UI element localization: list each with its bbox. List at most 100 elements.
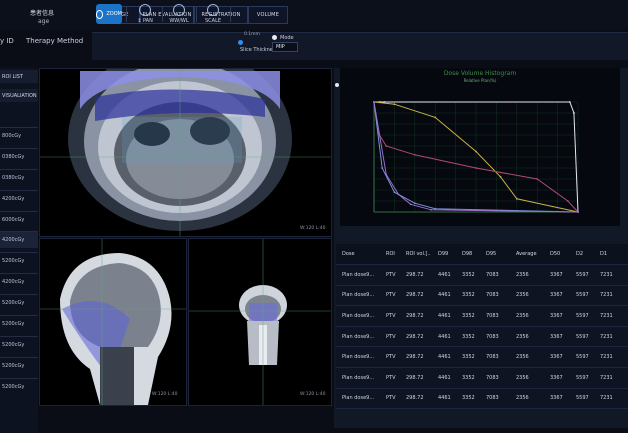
table-cell: 7231 — [600, 395, 613, 402]
col-roi-vol: ROI vol.[.. — [406, 251, 431, 257]
slice-value: 0.1mm — [244, 32, 260, 37]
roi-item[interactable]: 0380cGy — [0, 169, 38, 186]
patient-info-title: 患者信息 — [30, 10, 55, 17]
scale-button[interactable]: SCALE — [200, 4, 226, 24]
zoom-label: ZOOM — [106, 11, 122, 17]
table-row[interactable]: Plan dose9... PTV 298.72 4461 3352 7083 2356 33… — [336, 306, 628, 327]
table-cell: Plan dose9... — [342, 395, 375, 402]
mode-select[interactable]: MIP — [272, 42, 298, 52]
col-d95: D95 — [486, 251, 497, 257]
sagittal-ct-image — [40, 239, 186, 405]
dvh-legend-label: Relative Plan(%) — [464, 78, 497, 83]
roi-item-selected[interactable]: 4200cGy — [0, 231, 38, 248]
zoom-button[interactable]: ZOOM — [96, 4, 122, 24]
dose-statistics-table: Dose ROI ROI vol.[.. D99 D98 D95 Average… — [336, 244, 628, 410]
coronal-viewer[interactable] — [188, 238, 332, 406]
dvh-chart[interactable]: Dose Volume Histogram Relative Plan(%) — [340, 68, 620, 226]
table-cell: 3352 — [462, 271, 475, 278]
slice-slider-handle[interactable] — [238, 40, 243, 45]
roi-item[interactable]: 0380cGy — [0, 148, 38, 165]
table-row[interactable]: Plan dose9... PTV 298.72 4461 3352 7083 2356 33… — [336, 388, 628, 410]
roi-item[interactable]: 4200cGy — [0, 190, 38, 207]
table-cell: 5597 — [576, 333, 589, 340]
table-cell: 5597 — [576, 292, 589, 299]
table-cell: 298.72 — [406, 292, 424, 299]
table-cell: 3352 — [462, 292, 475, 299]
table-cell: 5597 — [576, 395, 589, 402]
dvh-data-point — [385, 173, 388, 176]
dvh-data-point — [434, 207, 437, 210]
table-row[interactable]: Plan dose9... PTV 298.72 4461 3352 7083 2356 33… — [336, 265, 628, 286]
window-level-button[interactable]: WW/WL — [166, 4, 192, 24]
mode-radio[interactable] — [272, 35, 277, 40]
table-cell: 7083 — [486, 395, 499, 402]
roi-item[interactable]: 4200cGy — [0, 273, 38, 290]
table-cell: PTV — [386, 374, 396, 381]
table-cell: 3352 — [462, 354, 475, 361]
dvh-data-point — [397, 193, 400, 196]
sagittal-viewer[interactable] — [39, 238, 187, 406]
roi-item[interactable]: 5200cGy — [0, 252, 38, 269]
dvh-data-point — [381, 167, 384, 169]
dvh-data-point — [409, 203, 412, 206]
scale-icon — [207, 4, 219, 16]
table-cell: Plan dose9... — [342, 271, 375, 278]
tab-volume[interactable]: VOLUME — [248, 6, 288, 24]
table-row[interactable]: Plan dose9... PTV 298.72 4461 3352 7083 2356 33… — [336, 285, 628, 307]
therapy-method-label: Therapy Method — [26, 37, 84, 45]
table-row[interactable]: Plan dose9... PTV 298.72 4461 3352 7083 2356 33… — [336, 367, 628, 389]
roi-item[interactable]: 5200cGy — [0, 315, 38, 332]
col-d2: D2 — [576, 251, 584, 257]
dvh-data-point — [515, 197, 518, 200]
table-cell: 2356 — [516, 292, 529, 299]
table-cell: 4461 — [438, 354, 451, 361]
col-d99: D99 — [438, 251, 449, 257]
table-cell: 2356 — [516, 374, 529, 381]
scale-label: SCALE — [204, 18, 222, 24]
table-cell: 4461 — [438, 271, 451, 278]
col-roi: ROI — [386, 251, 395, 257]
dvh-data-point — [413, 153, 416, 156]
table-cell: 3352 — [462, 374, 475, 381]
patient-id-label: y ID — [0, 37, 14, 45]
mode-select-value: MIP — [276, 44, 285, 50]
table-cell: 4461 — [438, 312, 451, 319]
table-cell: Plan dose9... — [342, 312, 375, 319]
axial-viewer[interactable] — [39, 47, 332, 237]
dvh-data-point — [499, 175, 502, 178]
pan-button[interactable]: ↕ PAN — [132, 4, 158, 24]
pan-icon — [139, 4, 151, 16]
table-cell: 5597 — [576, 271, 589, 278]
table-row[interactable]: Plan dose9... PTV 298.72 4461 3352 7083 2356 33… — [336, 347, 628, 368]
table-cell: 298.72 — [406, 333, 424, 340]
table-cell: 2356 — [516, 333, 529, 340]
roi-item[interactable]: 5200cGy — [0, 294, 38, 311]
table-cell: Plan dose9... — [342, 354, 375, 361]
axial-window-level: W:120 L:40 — [300, 226, 326, 231]
table-row[interactable]: Plan dose9... PTV 298.72 4461 3352 7083 2356 33… — [336, 326, 628, 348]
mode-label: Mode — [280, 35, 294, 41]
table-cell: 4461 — [438, 292, 451, 299]
roi-item[interactable]: 5200cGy — [0, 378, 38, 395]
visualization-header[interactable]: VISUALIATION — [0, 89, 38, 102]
table-cell: 5597 — [576, 312, 589, 319]
roi-item[interactable]: 6000cGy — [0, 211, 38, 228]
roi-item[interactable]: 5200cGy — [0, 357, 38, 374]
roi-list-header[interactable]: ROI LIST — [0, 70, 38, 83]
viewer-toolbar — [92, 32, 628, 60]
col-d98: D98 — [462, 251, 473, 257]
roi-item[interactable]: 5200cGy — [0, 336, 38, 353]
table-cell: 298.72 — [406, 271, 424, 278]
window-level-label: WW/WL — [169, 18, 189, 24]
col-dose: Dose — [342, 251, 355, 257]
dvh-data-point — [573, 112, 575, 114]
dvh-data-point — [568, 101, 571, 103]
table-cell: 7083 — [486, 312, 499, 319]
table-cell: 7231 — [600, 374, 613, 381]
table-cell: 7231 — [600, 333, 613, 340]
table-body: Plan dose9... PTV 298.72 4461 3352 7083 2356 33… — [336, 265, 628, 410]
zoom-icon — [96, 9, 104, 19]
toolbar-divider — [162, 6, 163, 22]
table-cell: 7083 — [486, 271, 499, 278]
roi-item[interactable]: 800cGy — [0, 127, 38, 144]
